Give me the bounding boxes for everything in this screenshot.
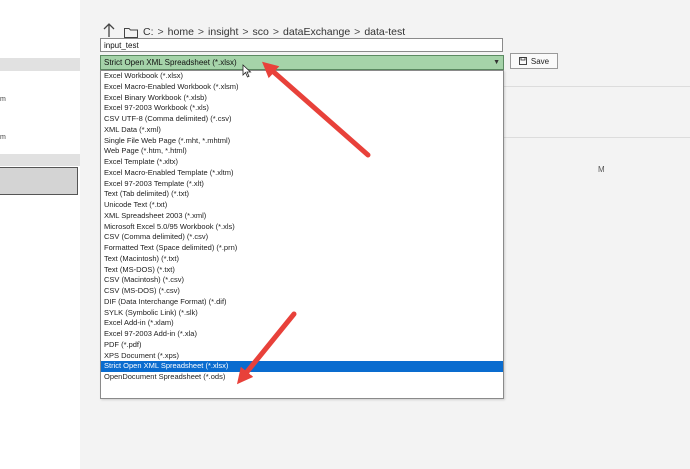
file-type-option[interactable]: Formatted Text (Space delimited) (*.prn) <box>101 243 503 254</box>
breadcrumb-item[interactable]: C: <box>143 26 154 38</box>
file-type-option[interactable]: Unicode Text (*.txt) <box>101 200 503 211</box>
file-type-option[interactable]: Excel Workbook (*.xlsx) <box>101 71 503 82</box>
left-nav-fragment: m <box>0 134 6 141</box>
left-nav-fragment: m <box>0 96 6 103</box>
breadcrumb-item[interactable]: insight <box>208 26 238 38</box>
file-type-option[interactable]: XML Spreadsheet 2003 (*.xml) <box>101 211 503 222</box>
file-type-option[interactable]: CSV UTF-8 (Comma delimited) (*.csv) <box>101 114 503 125</box>
file-type-option[interactable]: Single File Web Page (*.mht, *.mhtml) <box>101 136 503 147</box>
file-type-option[interactable]: PDF (*.pdf) <box>101 340 503 351</box>
file-type-option[interactable]: Text (MS-DOS) (*.txt) <box>101 265 503 276</box>
left-nav-band <box>0 58 80 71</box>
file-type-option[interactable]: Excel Template (*.xltx) <box>101 157 503 168</box>
file-type-option[interactable]: Microsoft Excel 5.0/95 Workbook (*.xls) <box>101 222 503 233</box>
file-type-option[interactable]: Text (Tab delimited) (*.txt) <box>101 189 503 200</box>
file-type-option[interactable]: XML Data (*.xml) <box>101 125 503 136</box>
breadcrumb-separator: > <box>157 26 164 38</box>
file-type-selected-label: Strict Open XML Spreadsheet (*.xlsx) <box>104 58 237 67</box>
breadcrumb-separator: > <box>354 26 361 38</box>
mouse-cursor-icon <box>242 64 252 78</box>
file-type-option[interactable]: Excel Macro-Enabled Workbook (*.xlsm) <box>101 82 503 93</box>
breadcrumb-separator: > <box>197 26 205 38</box>
file-type-option[interactable]: CSV (Comma delimited) (*.csv) <box>101 232 503 243</box>
file-type-option[interactable]: Excel Macro-Enabled Template (*.xltm) <box>101 168 503 179</box>
breadcrumb-item[interactable]: home <box>168 26 194 38</box>
folder-icon <box>124 27 138 38</box>
file-type-dropdown-list[interactable]: Excel Workbook (*.xlsx) Excel Macro-Enabl… <box>100 70 504 399</box>
filename-input[interactable] <box>100 38 503 52</box>
file-type-option[interactable]: SYLK (Symbolic Link) (*.slk) <box>101 308 503 319</box>
file-type-option[interactable]: Excel 97-2003 Workbook (*.xls) <box>101 103 503 114</box>
breadcrumb-item[interactable]: sco <box>253 26 269 38</box>
file-type-option[interactable]: Excel Binary Workbook (*.xlsb) <box>101 93 503 104</box>
breadcrumb-separator: > <box>272 26 280 38</box>
save-button-label: Save <box>530 56 550 66</box>
file-type-option[interactable]: Excel 97-2003 Add-in (*.xla) <box>101 329 503 340</box>
breadcrumb-separator: > <box>242 26 249 38</box>
breadcrumb-item[interactable]: data-test <box>364 26 405 38</box>
save-button[interactable]: Save <box>510 53 558 69</box>
file-type-option[interactable]: XPS Document (*.xps) <box>101 351 503 362</box>
file-type-option[interactable]: Strict Open XML Spreadsheet (*.xlsx) <box>101 361 503 372</box>
file-type-option[interactable]: Excel Add-in (*.xlam) <box>101 318 503 329</box>
left-nav-pane: m m <box>0 0 80 469</box>
right-fragment: M <box>598 165 605 174</box>
save-disk-icon <box>518 57 527 65</box>
file-type-option[interactable]: Text (Macintosh) (*.txt) <box>101 254 503 265</box>
file-type-select[interactable]: Strict Open XML Spreadsheet (*.xlsx) ▼ <box>100 55 504 70</box>
file-type-option[interactable]: CSV (Macintosh) (*.csv) <box>101 275 503 286</box>
file-type-option[interactable]: OpenDocument Spreadsheet (*.ods) <box>101 372 503 383</box>
breadcrumb-item[interactable]: dataExchange <box>283 26 350 38</box>
up-arrow-icon[interactable] <box>102 22 116 38</box>
left-nav-band <box>0 154 80 166</box>
left-nav-selected-item[interactable] <box>0 167 78 195</box>
file-type-option[interactable]: Web Page (*.htm, *.html) <box>101 146 503 157</box>
file-type-option[interactable]: DIF (Data Interchange Format) (*.dif) <box>101 297 503 308</box>
file-type-option[interactable]: CSV (MS-DOS) (*.csv) <box>101 286 503 297</box>
chevron-down-icon[interactable]: ▼ <box>493 56 500 69</box>
file-type-option[interactable]: Excel 97-2003 Template (*.xlt) <box>101 179 503 190</box>
